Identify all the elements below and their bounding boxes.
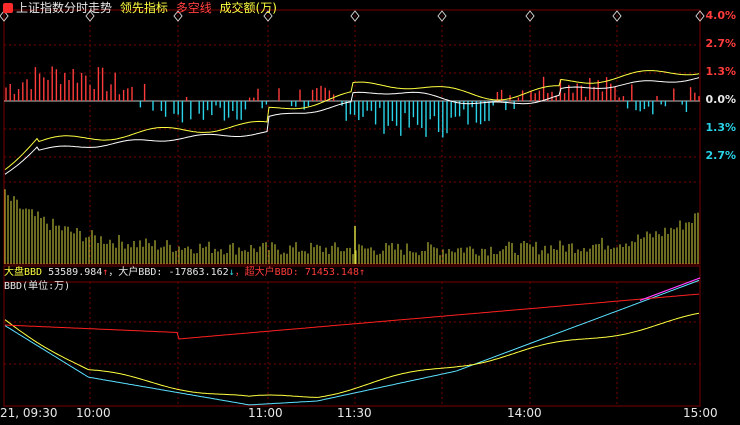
bbd-big-label: ，大户BBD: xyxy=(108,267,163,278)
pct-up-3: 4.0% xyxy=(705,9,736,22)
pct-down-1: 1.3% xyxy=(705,121,736,134)
bbd-super-value: 71453.148 xyxy=(304,267,359,278)
chart-title: 上证指数分时走势 xyxy=(16,1,113,15)
time-label-1000: 10:00 xyxy=(76,406,111,420)
time-label-1500: 15:00 xyxy=(683,406,718,420)
time-label-start: 21, 09:30 xyxy=(0,406,58,420)
price-line xyxy=(4,77,700,175)
pct-up-2: 2.7% xyxy=(705,37,736,50)
main-panel-frame xyxy=(3,9,701,265)
bbd-market-label: 大盘BBD xyxy=(4,267,43,278)
time-label-1100: 11:00 xyxy=(248,406,283,420)
indicator-lead[interactable]: 领先指标 xyxy=(120,1,168,15)
pct-down-2: 2.7% xyxy=(705,149,736,162)
intraday-chart[interactable] xyxy=(0,0,740,425)
app-logo-icon xyxy=(3,3,13,13)
bbd-unit-label: BBD(单位:万) xyxy=(4,281,71,292)
bbd-super-label: ，超大户BBD: xyxy=(234,267,299,278)
pct-zero: 0.0% xyxy=(705,93,736,106)
indicator-turnover[interactable]: 成交额(万) xyxy=(220,1,277,15)
lead-line xyxy=(4,70,700,170)
pct-up-1: 1.3% xyxy=(705,65,736,78)
indicator-long-short[interactable]: 多空线 xyxy=(176,1,212,15)
bbd-super-arrow: ↑ xyxy=(359,267,366,278)
time-label-1400: 14:00 xyxy=(507,406,542,420)
time-label-1130: 11:30 xyxy=(337,406,372,420)
bbd-super-line xyxy=(4,293,700,340)
bbd-market-value: 53589.984 xyxy=(48,267,103,278)
bbd-market-line xyxy=(4,279,700,406)
bbd-big-value: -17863.162 xyxy=(168,267,229,278)
bbd-legend: 大盘BBD 53589.984↑，大户BBD: -17863.162↓，超大户B… xyxy=(4,267,365,279)
title-area: 上证指数分时走势 领先指标 多空线 成交额(万) xyxy=(3,1,277,15)
bbd-big-line xyxy=(4,312,700,398)
bbd-panel-frame xyxy=(3,265,701,407)
